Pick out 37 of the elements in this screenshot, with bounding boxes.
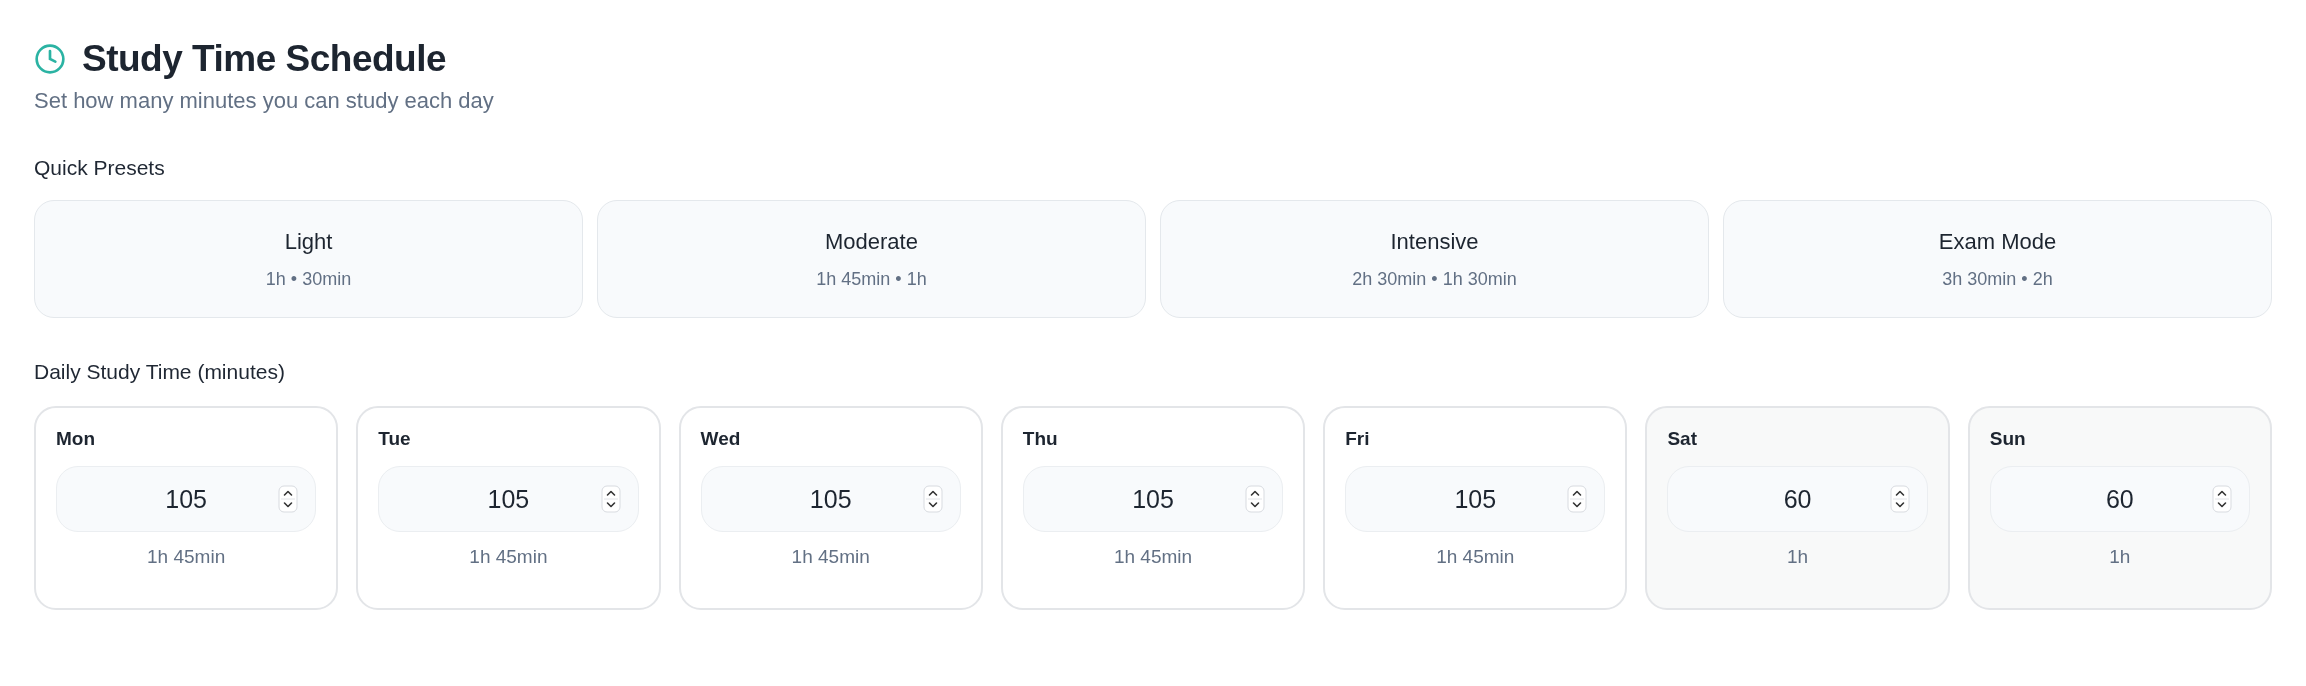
day-label: Fri bbox=[1345, 428, 1371, 450]
section-heading: Daily Study Time (minutes) bbox=[34, 360, 286, 384]
section-heading: Quick Presets bbox=[34, 156, 166, 180]
number-field[interactable]: 105 bbox=[700, 466, 961, 532]
stepper-icon[interactable] bbox=[600, 485, 621, 513]
day-label: Mon bbox=[56, 428, 97, 450]
stepper-icon[interactable] bbox=[2212, 485, 2232, 513]
number-field[interactable]: 105 bbox=[1022, 466, 1284, 532]
day-label: Tue bbox=[378, 428, 412, 450]
preset-button[interactable]: Intensive 2h 30min • 1h 30min bbox=[1160, 200, 1709, 318]
number-field[interactable]: 105 bbox=[1345, 466, 1606, 532]
page-subtitle: Set how many minutes you can study each day bbox=[34, 88, 495, 114]
day-label: Wed bbox=[700, 428, 742, 450]
number-field[interactable]: 60 bbox=[1667, 466, 1928, 532]
duration-text: 1h bbox=[2108, 546, 2132, 568]
duration-text: 1h bbox=[1786, 546, 1810, 568]
duration-text: 1h 45min bbox=[1435, 546, 1516, 568]
number-field[interactable]: 60 bbox=[1989, 466, 2250, 532]
day-label: Thu bbox=[1022, 428, 1059, 450]
duration-text: 1h 45min bbox=[468, 546, 549, 568]
clock-icon bbox=[34, 43, 66, 75]
stepper-icon[interactable] bbox=[1567, 485, 1588, 513]
stepper-icon[interactable] bbox=[1245, 485, 1266, 513]
duration-text: 1h 45min bbox=[790, 546, 871, 568]
page-title: Study Time Schedule bbox=[82, 38, 447, 80]
day-label: Sat bbox=[1667, 428, 1698, 450]
preset-button[interactable]: Exam Mode 3h 30min • 2h bbox=[1723, 200, 2272, 318]
preset-button[interactable]: Moderate 1h 45min • 1h bbox=[597, 200, 1146, 318]
number-field[interactable]: 105 bbox=[378, 466, 639, 532]
stepper-icon[interactable] bbox=[922, 485, 943, 513]
duration-text: 1h 45min bbox=[146, 546, 227, 568]
day-label: Sun bbox=[1989, 428, 2027, 450]
number-field[interactable]: 105 bbox=[56, 466, 317, 532]
stepper-icon[interactable] bbox=[1889, 485, 1910, 513]
stepper-icon[interactable] bbox=[278, 485, 299, 513]
duration-text: 1h 45min bbox=[1112, 546, 1194, 568]
preset-button[interactable]: Light 1h • 30min bbox=[34, 200, 583, 318]
